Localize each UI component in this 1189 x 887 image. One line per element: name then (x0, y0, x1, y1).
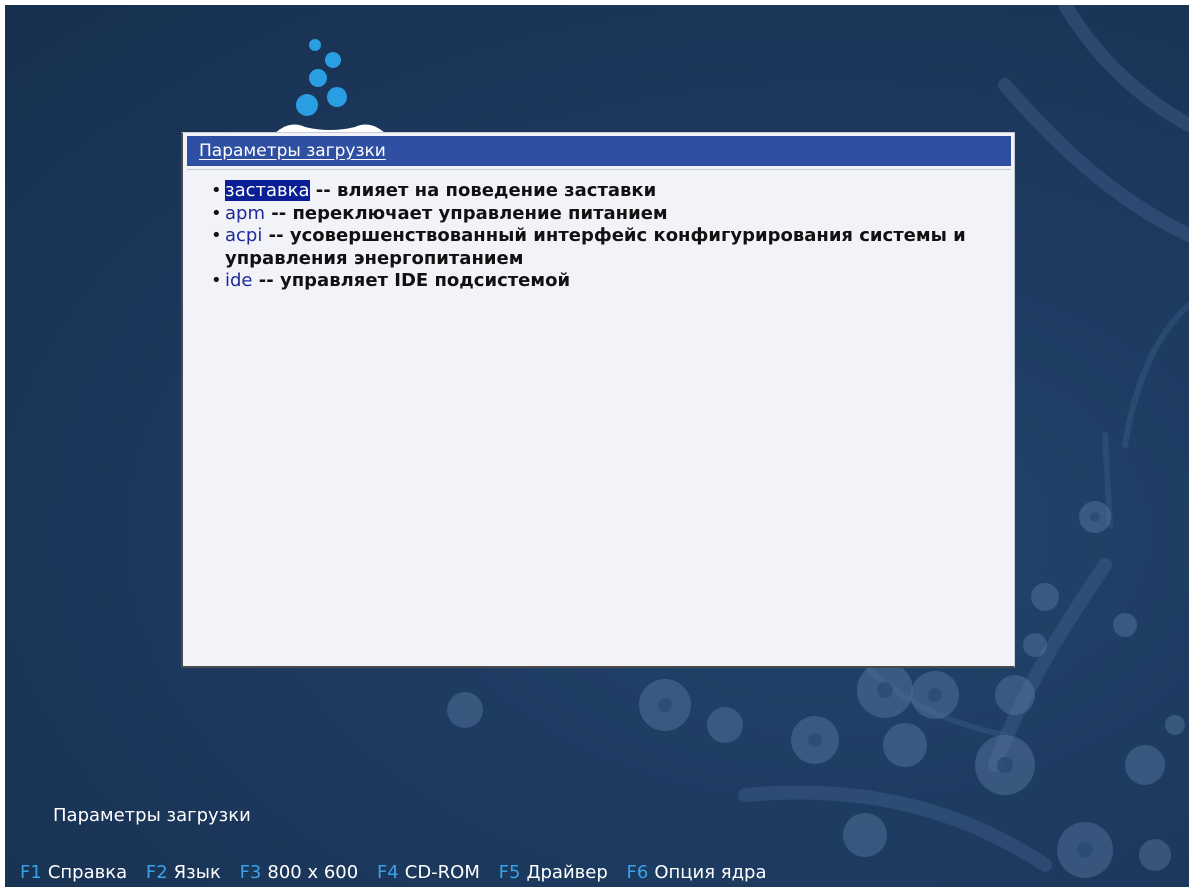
parameter-separator: -- (265, 202, 293, 224)
logo-icon (275, 39, 385, 133)
parameter-separator: -- (309, 180, 338, 201)
fkey-code: F3 (239, 862, 262, 883)
fkey-label: Язык (173, 862, 221, 883)
parameter-description: управляет IDE подсистемой (280, 270, 571, 291)
fkey-code: F1 (20, 862, 42, 883)
parameter-link-apm[interactable]: apm (225, 203, 265, 224)
parameter-separator: -- (252, 270, 280, 291)
parameter-link-acpi[interactable]: acpi (225, 225, 262, 246)
bullet-icon: • (211, 180, 222, 201)
bullet-icon: • (211, 225, 222, 246)
list-item: • заставка -- влияет на поведение застав… (211, 180, 1011, 203)
bullet-icon: • (211, 202, 222, 224)
fkey-code: F5 (498, 862, 521, 883)
fkey-cdrom[interactable]: F4 CD-ROM (377, 862, 480, 883)
fkey-code: F2 (145, 862, 168, 883)
dialog-body: • заставка -- влияет на поведение застав… (187, 169, 1011, 661)
fkey-resolution[interactable]: F3 800 x 600 (240, 862, 359, 883)
fkey-kernel-options[interactable]: F6 Опция ядра (627, 862, 767, 883)
fkey-label: Опция ядра (654, 862, 767, 883)
list-item: • ide -- управляет IDE подсистемой (211, 270, 1011, 293)
boot-screen: Параметры загрузки • заставка -- влияет … (5, 5, 1189, 887)
fkey-driver[interactable]: F5 Драйвер (499, 862, 608, 883)
parameter-description: усовершенствованный интерфейс конфигурир… (225, 225, 966, 269)
boot-parameters-dialog: Параметры загрузки • заставка -- влияет … (181, 132, 1015, 668)
fkey-label: CD-ROM (404, 862, 480, 883)
fkey-language[interactable]: F2 Язык (146, 862, 221, 883)
parameter-separator: -- (262, 225, 290, 246)
fkey-label: Драйвер (526, 862, 608, 883)
bullet-icon: • (211, 270, 222, 291)
list-item: • apm -- переключает управление питанием (211, 203, 1011, 226)
boot-options-label: Параметры загрузки (53, 805, 251, 826)
fkey-label: Справка (47, 862, 128, 883)
fkey-label: 800 x 600 (267, 862, 359, 883)
parameter-description: переключает управление питанием (292, 202, 668, 224)
parameter-description: влияет на поведение заставки (337, 180, 657, 201)
fkey-code: F6 (626, 862, 649, 883)
parameter-link-ide[interactable]: ide (225, 270, 253, 291)
parameter-link-splash[interactable]: заставка (225, 180, 310, 201)
fkey-help[interactable]: F1 Справка (20, 862, 127, 883)
function-key-bar: F1 Справка F2 Язык F3 800 x 600 F4 CD-ROM F5… (20, 862, 779, 887)
parameter-list: • заставка -- влияет на поведение застав… (187, 170, 1011, 293)
list-item: • acpi -- усовершенствованный интерфейс … (211, 225, 1005, 270)
dialog-title: Параметры загрузки (187, 136, 1011, 166)
fkey-code: F4 (376, 862, 399, 883)
